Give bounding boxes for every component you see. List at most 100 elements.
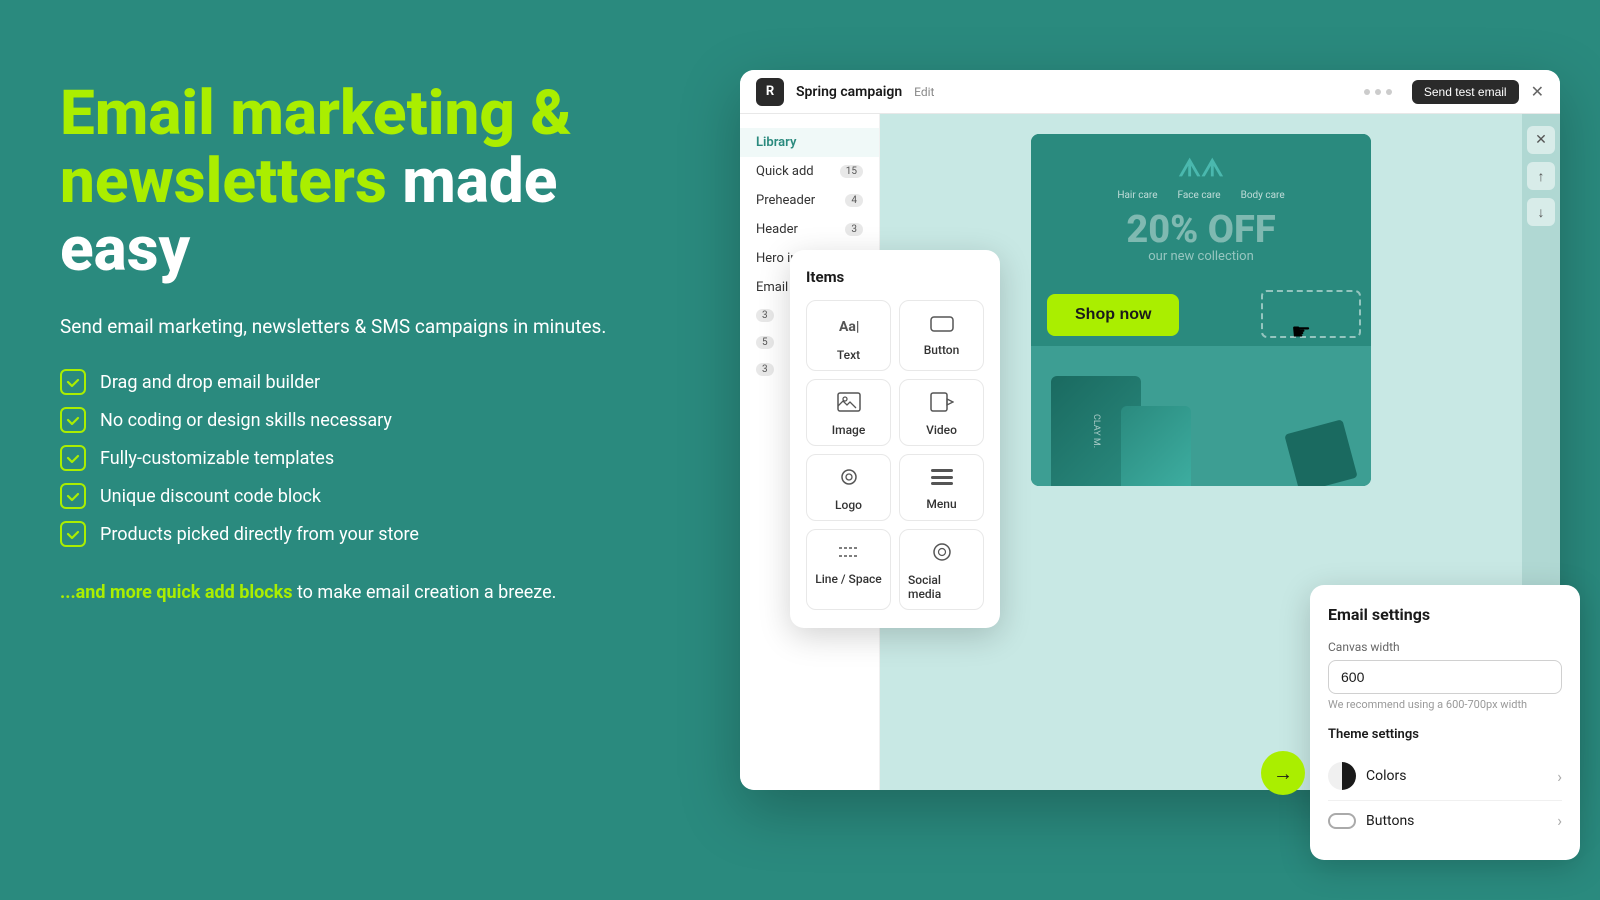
check-icon bbox=[60, 369, 86, 395]
colors-chevron: › bbox=[1557, 767, 1562, 786]
list-item: No coding or design skills necessary bbox=[60, 407, 700, 433]
connector-arrow: → bbox=[1261, 751, 1305, 795]
subtitle: Send email marketing, newsletters & SMS … bbox=[60, 313, 700, 342]
item-menu-label: Menu bbox=[926, 497, 956, 511]
sidebar-item-header[interactable]: Header 3 bbox=[740, 215, 879, 244]
item-button[interactable]: Button bbox=[899, 300, 984, 371]
shop-now-wrap: Shop now ☛ bbox=[1031, 294, 1371, 346]
product-box3 bbox=[1284, 419, 1357, 486]
theme-row-buttons[interactable]: Buttons › bbox=[1328, 801, 1562, 840]
email-preview: ᗑᗑ Hair care Face care Body care 20% OFF… bbox=[1031, 134, 1371, 486]
sidebar-label: Preheader bbox=[756, 193, 815, 208]
collection-text: our new collection bbox=[1047, 249, 1355, 264]
shop-now-button[interactable]: Shop now bbox=[1047, 294, 1179, 336]
check-icon bbox=[60, 483, 86, 509]
list-item-text: Unique discount code block bbox=[100, 486, 321, 507]
logo-icon bbox=[837, 467, 861, 492]
item-image[interactable]: Image bbox=[806, 379, 891, 446]
send-test-button[interactable]: Send test email bbox=[1412, 80, 1519, 104]
list-item: Products picked directly from your store bbox=[60, 521, 700, 547]
check-icon bbox=[60, 407, 86, 433]
discount-text: 20% OFF bbox=[1047, 211, 1355, 249]
list-item-text: Fully-customizable templates bbox=[100, 448, 334, 469]
item-logo[interactable]: Logo bbox=[806, 454, 891, 521]
item-video-label: Video bbox=[926, 423, 957, 437]
more-text-green: ...and more quick add blocks bbox=[60, 582, 293, 603]
list-item: Unique discount code block bbox=[60, 483, 700, 509]
headline-white1: made bbox=[402, 145, 557, 218]
sidebar-item-quickadd[interactable]: Quick add 15 bbox=[740, 157, 879, 186]
close-button[interactable]: ✕ bbox=[1531, 82, 1544, 101]
email-settings-panel: Email settings Canvas width We recommend… bbox=[1310, 585, 1580, 860]
theme-colors-left: Colors bbox=[1328, 762, 1406, 790]
button-icon bbox=[930, 313, 954, 337]
buttons-icon bbox=[1328, 813, 1356, 829]
product-box2 bbox=[1121, 406, 1191, 486]
item-video[interactable]: Video bbox=[899, 379, 984, 446]
sidebar-label: Quick add bbox=[756, 164, 814, 179]
brand-logo-row: ᗑᗑ bbox=[1047, 154, 1355, 182]
brand-cat-hair: Hair care bbox=[1117, 190, 1157, 201]
sidebar-badge: 5 bbox=[756, 336, 774, 349]
colors-icon bbox=[1328, 762, 1356, 790]
headline-line2: newsletters made bbox=[60, 148, 700, 216]
sidebar-label: Library bbox=[756, 135, 796, 150]
menu-icon bbox=[930, 467, 954, 491]
item-text[interactable]: Aa| Text bbox=[806, 300, 891, 371]
selection-rect bbox=[1261, 290, 1361, 338]
cursor-icon: ☛ bbox=[1291, 320, 1311, 345]
list-item-text: No coding or design skills necessary bbox=[100, 410, 392, 431]
item-menu[interactable]: Menu bbox=[899, 454, 984, 521]
sidebar-item-preheader[interactable]: Preheader 4 bbox=[740, 186, 879, 215]
item-line-space-label: Line / Space bbox=[815, 572, 881, 586]
sidebar-item-library[interactable]: Library bbox=[740, 128, 879, 157]
svg-text:Aa|: Aa| bbox=[839, 319, 859, 335]
panel-up-button[interactable]: ↑ bbox=[1527, 162, 1555, 190]
arrow-icon: → bbox=[1273, 761, 1293, 786]
brand-logo-icon: ᗑᗑ bbox=[1178, 154, 1223, 182]
list-item: Fully-customizable templates bbox=[60, 445, 700, 471]
brand-cat-face: Face care bbox=[1178, 190, 1221, 201]
list-item-text: Drag and drop email builder bbox=[100, 372, 320, 393]
sidebar-badge: 3 bbox=[756, 363, 774, 376]
headline-green1: Email marketing & bbox=[60, 77, 572, 150]
edit-badge[interactable]: Edit bbox=[914, 85, 934, 99]
check-icon bbox=[60, 521, 86, 547]
item-line-space[interactable]: Line / Space bbox=[806, 529, 891, 610]
buttons-label: Buttons bbox=[1366, 813, 1414, 829]
editor-topbar: R Spring campaign Edit Send test email ✕ bbox=[740, 70, 1560, 114]
sidebar-badge: 15 bbox=[840, 165, 863, 178]
items-grid: Aa| Text Button bbox=[806, 300, 984, 610]
topbar-dots bbox=[1364, 89, 1392, 95]
text-icon: Aa| bbox=[837, 313, 861, 342]
canvas-width-input[interactable] bbox=[1328, 660, 1562, 694]
headline-white2: easy bbox=[60, 213, 190, 286]
settings-title: Email settings bbox=[1328, 605, 1562, 624]
canvas-width-label: Canvas width bbox=[1328, 640, 1562, 654]
items-panel: Items Aa| Text Button bbox=[790, 250, 1000, 628]
headline: Email marketing & newsletters made easy bbox=[60, 80, 700, 285]
video-icon bbox=[930, 392, 954, 417]
sidebar-label: Header bbox=[756, 222, 798, 237]
panel-down-button[interactable]: ↓ bbox=[1527, 198, 1555, 226]
headline-green2: newsletters bbox=[60, 145, 387, 218]
social-media-icon bbox=[930, 542, 954, 567]
panel-close-button[interactable]: ✕ bbox=[1527, 126, 1555, 154]
buttons-chevron: › bbox=[1557, 811, 1562, 830]
logo-icon: R bbox=[766, 84, 774, 99]
headline-line3: easy bbox=[60, 216, 700, 284]
line-space-icon bbox=[837, 542, 861, 566]
item-logo-label: Logo bbox=[835, 498, 862, 512]
product-area: CLAY M. bbox=[1031, 346, 1371, 486]
brand-cat-body: Body care bbox=[1241, 190, 1285, 201]
sidebar-badge: 3 bbox=[756, 309, 774, 322]
canvas-width-hint: We recommend using a 600-700px width bbox=[1328, 698, 1562, 711]
left-content: Email marketing & newsletters made easy … bbox=[60, 80, 700, 606]
right-area: R Spring campaign Edit Send test email ✕… bbox=[740, 70, 1600, 890]
theme-buttons-left: Buttons bbox=[1328, 813, 1414, 829]
theme-row-colors[interactable]: Colors › bbox=[1328, 752, 1562, 801]
sidebar-badge: 3 bbox=[845, 223, 863, 236]
checklist: Drag and drop email builder No coding or… bbox=[60, 369, 700, 547]
campaign-name: Spring campaign bbox=[796, 84, 902, 100]
item-social-media[interactable]: Social media bbox=[899, 529, 984, 610]
